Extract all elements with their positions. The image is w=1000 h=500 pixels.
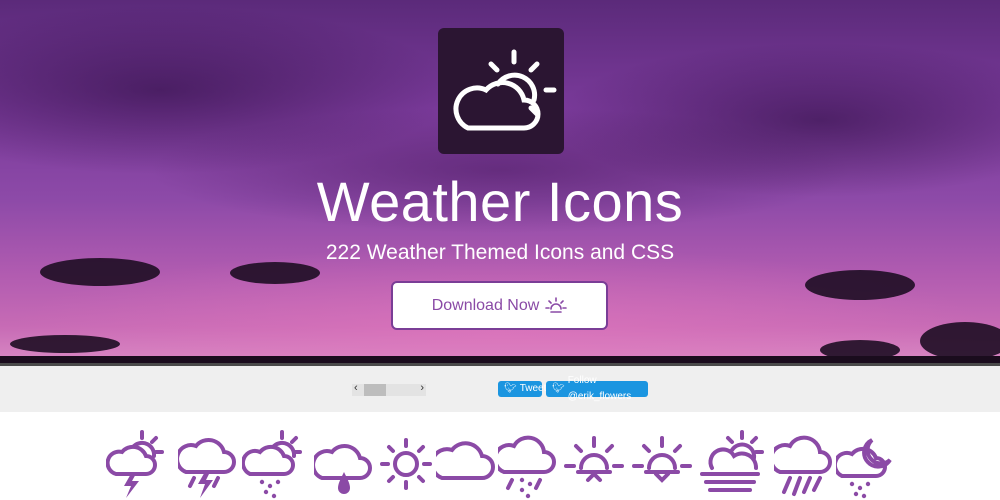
snow-rain-icon bbox=[498, 435, 556, 499]
tweet-button[interactable]: 🐦︎ Tweet bbox=[498, 381, 546, 397]
sunrise-icon bbox=[564, 436, 624, 482]
day-cloudy-icon bbox=[453, 49, 557, 131]
download-label: Download Now bbox=[431, 296, 540, 314]
horizon-silhouette bbox=[0, 356, 1000, 363]
day-sleet-icon bbox=[242, 430, 302, 499]
follow-button[interactable]: 🐦︎ Follow @erik_flowers bbox=[546, 375, 648, 402]
dark-cloud-decor bbox=[805, 270, 915, 300]
sunset-icon bbox=[632, 436, 692, 483]
day-fog-icon bbox=[700, 430, 764, 492]
twitter-bird-icon: 🐦︎ bbox=[552, 383, 565, 394]
sunrise-icon bbox=[545, 296, 568, 313]
hero-banner: Weather Icons 222 Weather Themed Icons a… bbox=[0, 0, 1000, 363]
horizontal-scrollbar[interactable]: ‹ › bbox=[352, 382, 426, 396]
raindrops-icon bbox=[314, 444, 372, 494]
chevron-right-icon[interactable]: › bbox=[420, 382, 424, 394]
rain-icon bbox=[774, 435, 832, 496]
page-subtitle: 222 Weather Themed Icons and CSS bbox=[325, 241, 675, 264]
scrollbar-thumb[interactable] bbox=[364, 384, 386, 396]
follow-label: Follow @erik_flowers bbox=[567, 375, 632, 402]
dark-cloud-decor bbox=[920, 322, 1000, 360]
tweet-label: Tweet bbox=[519, 383, 547, 394]
thunderstorm-icon bbox=[178, 438, 236, 498]
download-button[interactable]: Download Now bbox=[391, 281, 608, 330]
page-title: Weather Icons bbox=[316, 170, 684, 233]
logo bbox=[438, 28, 564, 154]
night-snow-icon bbox=[836, 438, 892, 499]
twitter-bird-icon: 🐦︎ bbox=[504, 383, 517, 394]
dark-cloud-decor bbox=[10, 335, 120, 353]
day-sunny-icon bbox=[380, 438, 432, 490]
day-thunderstorm-icon bbox=[106, 430, 164, 498]
cloudy-icon bbox=[436, 441, 495, 480]
chevron-left-icon[interactable]: ‹ bbox=[354, 382, 358, 394]
